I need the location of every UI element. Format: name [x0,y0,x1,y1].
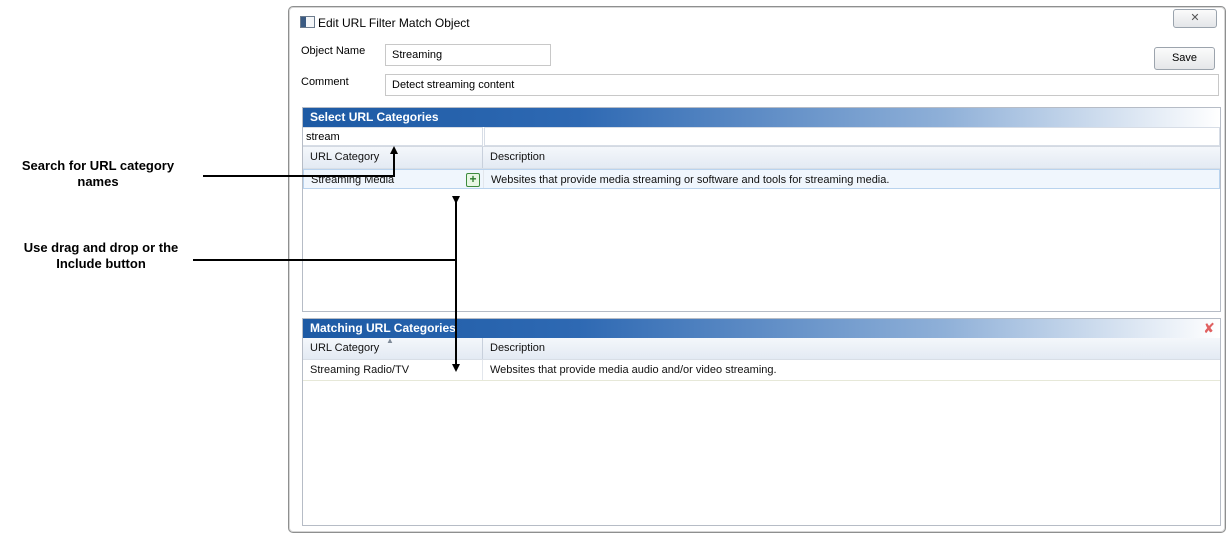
edit-url-filter-dialog: Edit URL Filter Match Object ✕ Object Na… [288,6,1226,533]
row-description: Websites that provide media streaming or… [491,174,890,186]
select-panel-header: Select URL Categories [303,108,1220,127]
object-name-input[interactable]: Streaming [385,44,551,66]
select-url-categories-panel: Select URL Categories stream URL Categor… [302,107,1221,312]
drag-callout-text: Use drag and drop or the Include button [23,240,179,271]
include-plus-icon[interactable]: + [466,173,480,187]
column-url-category-label: URL Category [310,342,380,354]
title-bar[interactable]: Edit URL Filter Match Object ✕ [289,7,1225,35]
save-button[interactable]: Save [1154,47,1215,70]
matching-url-categories-panel: Matching URL Categories ✘ ▲ URL Category… [302,318,1221,526]
matching-column-header: ▲ URL Category Description [303,336,1220,360]
close-icon[interactable]: ✕ [1173,9,1217,28]
description-search-input[interactable] [484,127,1220,146]
clear-x-icon[interactable]: ✘ [1202,321,1216,335]
sort-ascending-icon: ▲ [386,336,394,345]
matching-panel-header: Matching URL Categories ✘ [303,319,1220,338]
column-description[interactable]: Description [483,147,1220,168]
search-row: stream [303,127,1220,147]
row-category: Streaming Radio/TV [303,360,483,380]
matching-panel-title: Matching URL Categories [310,321,456,335]
column-url-category[interactable]: URL Category [303,147,483,168]
category-search-input[interactable]: stream [303,127,483,146]
row-category-text: Streaming Media [311,174,395,186]
comment-label: Comment [301,76,349,88]
row-category-cell: Streaming Media + [304,170,484,188]
select-column-header: URL Category Description [303,147,1220,169]
search-callout-text: Search for URL category names [21,158,175,189]
table-row[interactable]: Streaming Media + Websites that provide … [303,169,1220,189]
window-title: Edit URL Filter Match Object [318,16,470,30]
comment-input[interactable]: Detect streaming content [385,74,1219,96]
column-url-category[interactable]: ▲ URL Category [303,336,483,359]
column-description[interactable]: Description [483,338,1220,359]
table-row[interactable]: Streaming Radio/TV Websites that provide… [303,360,1220,381]
app-window-icon [300,16,315,28]
object-name-label: Object Name [301,45,366,57]
row-description: Websites that provide media audio and/or… [490,364,777,376]
